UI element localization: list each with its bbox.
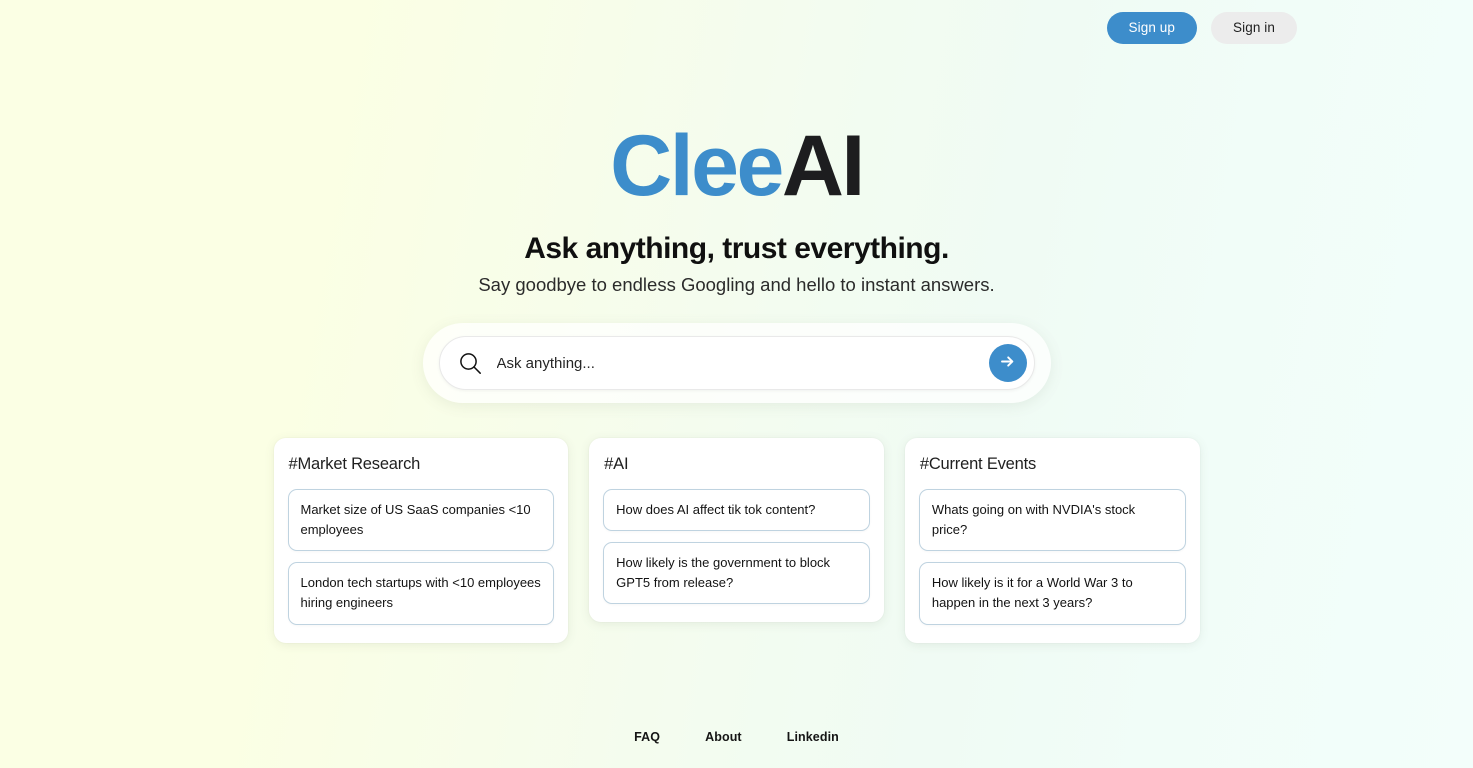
- page-subtitle: Say goodbye to endless Googling and hell…: [478, 273, 995, 295]
- arrow-right-icon: [999, 353, 1016, 373]
- app-logo: Clee AI: [610, 118, 866, 214]
- hero-section: Clee AI Ask anything, trust everything. S…: [0, 118, 1473, 297]
- top-navigation-bar: Sign up Sign in: [0, 0, 1473, 56]
- card-title: #AI: [604, 455, 629, 473]
- footer-link-linkedin[interactable]: Linkedin: [787, 730, 839, 744]
- page-title: Ask anything, trust everything.: [524, 232, 949, 265]
- suggestion-card-current-events: #Current Events Whats going on with NVDI…: [904, 438, 1200, 643]
- card-title: #Market Research: [288, 455, 421, 473]
- footer: FAQ About Linkedin: [0, 730, 1473, 744]
- search-submit-button[interactable]: [988, 344, 1027, 382]
- suggestion-cards: #Market Research Market size of US SaaS …: [273, 438, 1200, 643]
- suggestion-chip[interactable]: Whats going on with NVDIA's stock price?: [918, 489, 1186, 552]
- search-bar[interactable]: [438, 336, 1035, 390]
- suggestion-chip[interactable]: How likely is the government to block GP…: [603, 542, 870, 605]
- logo-text-primary: Clee: [610, 118, 784, 214]
- sign-in-button[interactable]: Sign in: [1211, 11, 1297, 45]
- logo-text-secondary: AI: [781, 118, 866, 214]
- footer-link-about[interactable]: About: [705, 730, 742, 744]
- suggestion-card-market-research: #Market Research Market size of US SaaS …: [273, 438, 569, 643]
- suggestion-chip[interactable]: Market size of US SaaS companies <10 emp…: [287, 489, 555, 552]
- search-input[interactable]: [496, 354, 989, 372]
- card-title: #Current Events: [919, 455, 1037, 473]
- suggestion-card-ai: #AI How does AI affect tik tok content? …: [589, 438, 884, 623]
- search-icon: [458, 351, 483, 376]
- suggestion-chip[interactable]: How likely is it for a World War 3 to ha…: [918, 562, 1186, 625]
- suggestion-chip[interactable]: How does AI affect tik tok content?: [603, 489, 870, 532]
- footer-link-faq[interactable]: FAQ: [634, 730, 660, 744]
- sign-up-button[interactable]: Sign up: [1106, 11, 1198, 45]
- search-container: [422, 323, 1051, 403]
- suggestion-chip[interactable]: London tech startups with <10 employees …: [287, 562, 555, 625]
